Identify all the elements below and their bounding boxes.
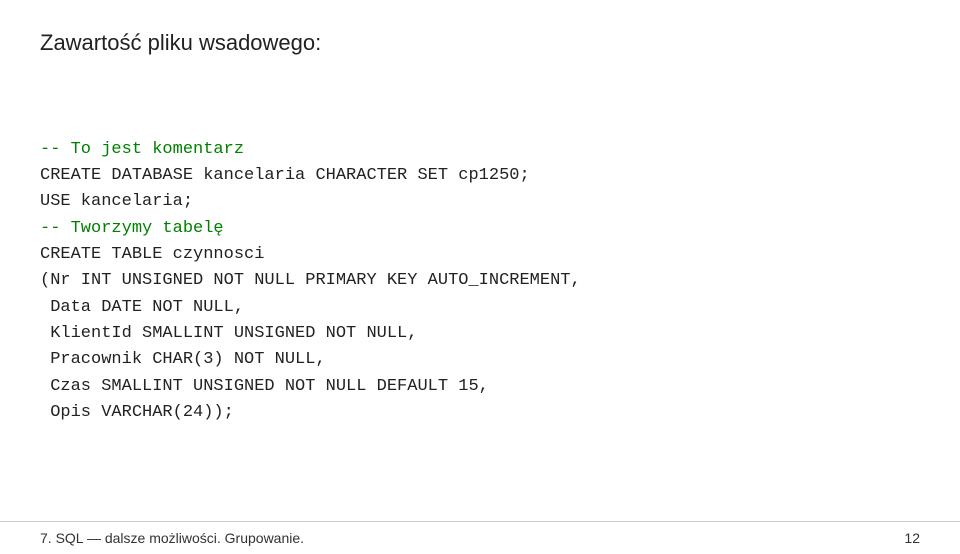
code-line-9: Opis VARCHAR(24)); — [40, 403, 234, 422]
code-line-8: Czas SMALLINT UNSIGNED NOT NULL DEFAULT … — [40, 377, 489, 396]
page-title: Zawartość pliku wsadowego: — [40, 30, 920, 56]
comment-line-1: -- To jest komentarz — [40, 140, 244, 159]
code-line-7: Pracownik CHAR(3) NOT NULL, — [40, 350, 326, 369]
footer-text: 7. SQL — dalsze możliwości. Grupowanie. — [40, 530, 304, 546]
comment-line-2: -- Tworzymy tabelę — [40, 219, 224, 238]
code-line-6: KlientId SMALLINT UNSIGNED NOT NULL, — [40, 324, 417, 343]
code-line-3: CREATE TABLE czynnosci — [40, 245, 264, 264]
main-content: Zawartość pliku wsadowego: -- To jest ko… — [0, 0, 960, 521]
code-line-5: Data DATE NOT NULL, — [40, 298, 244, 317]
code-line-4: (Nr INT UNSIGNED NOT NULL PRIMARY KEY AU… — [40, 271, 581, 290]
footer: 7. SQL — dalsze możliwości. Grupowanie. … — [0, 521, 960, 554]
code-block: -- To jest komentarz CREATE DATABASE kan… — [40, 84, 920, 501]
footer-left: 7. SQL — dalsze możliwości. Grupowanie. — [40, 530, 304, 546]
code-line-1: CREATE DATABASE kancelaria CHARACTER SET… — [40, 166, 530, 185]
footer-page-number: 12 — [904, 530, 920, 546]
code-line-2: USE kancelaria; — [40, 192, 193, 211]
